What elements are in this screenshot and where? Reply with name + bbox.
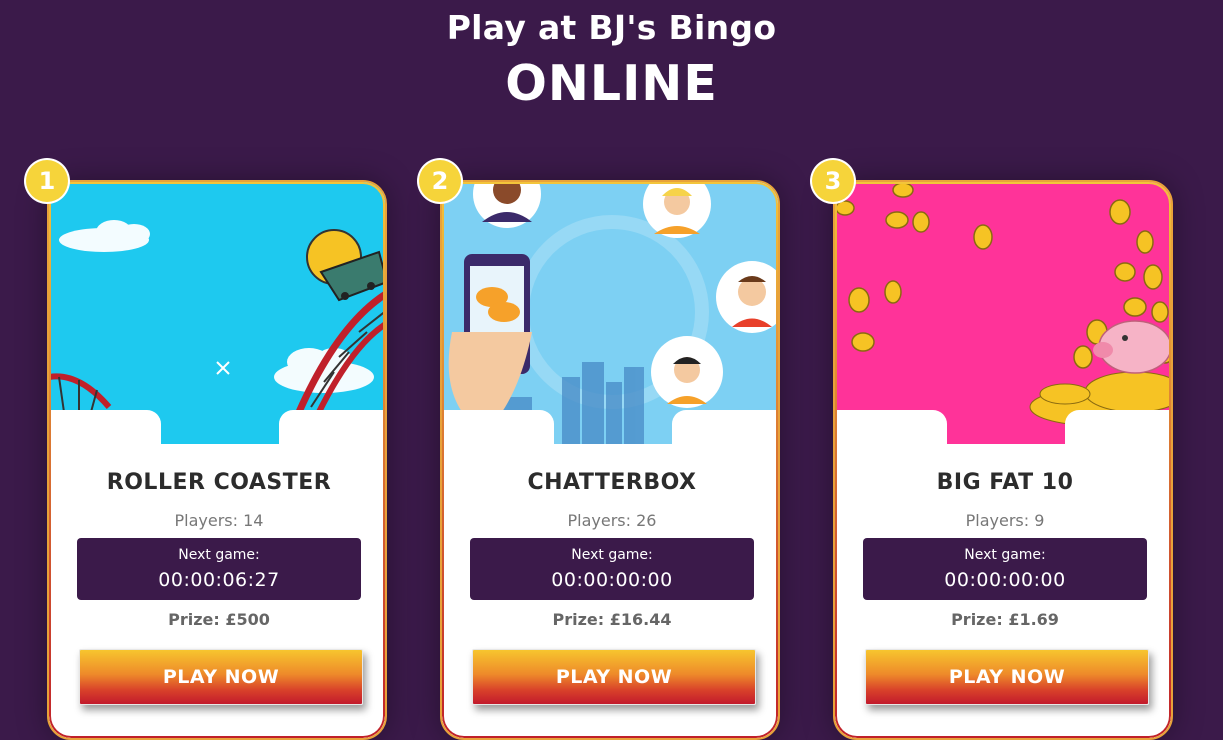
page-title: Play at BJ's Bingo — [446, 8, 777, 47]
game-title: CHATTERBOX — [527, 470, 697, 495]
next-game-timer: Next game: 00:00:00:00 — [470, 538, 754, 600]
rank-badge-2: 2 — [419, 160, 461, 202]
game-image-chatterbox[interactable] — [442, 182, 778, 444]
next-game-label: Next game: — [571, 547, 653, 563]
chatterbox-illustration — [448, 182, 778, 444]
next-game-timer: Next game: 00:00:00:00 — [863, 538, 1147, 600]
play-now-button[interactable]: PLAY NOW — [79, 649, 363, 705]
play-now-button[interactable]: PLAY NOW — [472, 649, 756, 705]
next-game-countdown: 00:00:06:27 — [158, 569, 280, 591]
game-title: BIG FAT 10 — [936, 470, 1074, 495]
next-game-countdown: 00:00:00:00 — [551, 569, 673, 591]
big-fat-10-illustration — [835, 182, 1171, 426]
next-game-label: Next game: — [178, 547, 260, 563]
players-count: Players: 26 — [567, 511, 657, 530]
play-now-button[interactable]: PLAY NOW — [865, 649, 1149, 705]
next-game-timer: Next game: 00:00:06:27 — [77, 538, 361, 600]
game-image-big-fat-10[interactable] — [835, 182, 1171, 444]
game-image-roller-coaster[interactable] — [49, 182, 385, 444]
game-card-roller-coaster[interactable]: ROLLER COASTER Players: 14 Next game: 00… — [47, 180, 387, 740]
prize-amount: Prize: £16.44 — [552, 610, 672, 629]
players-count: Players: 14 — [174, 511, 264, 530]
rank-badge-1: 1 — [26, 160, 68, 202]
roller-coaster-illustration — [49, 220, 385, 414]
players-count: Players: 9 — [965, 511, 1045, 530]
page-subtitle: ONLINE — [505, 55, 718, 112]
next-game-countdown: 00:00:00:00 — [944, 569, 1066, 591]
game-card-big-fat-10[interactable]: BIG FAT 10 Players: 9 Next game: 00:00:0… — [833, 180, 1173, 740]
prize-amount: Prize: £1.69 — [951, 610, 1059, 629]
rank-badge-3: 3 — [812, 160, 854, 202]
prize-amount: Prize: £500 — [168, 610, 270, 629]
game-card-chatterbox[interactable]: CHATTERBOX Players: 26 Next game: 00:00:… — [440, 180, 780, 740]
game-title: ROLLER COASTER — [106, 470, 332, 495]
next-game-label: Next game: — [964, 547, 1046, 563]
